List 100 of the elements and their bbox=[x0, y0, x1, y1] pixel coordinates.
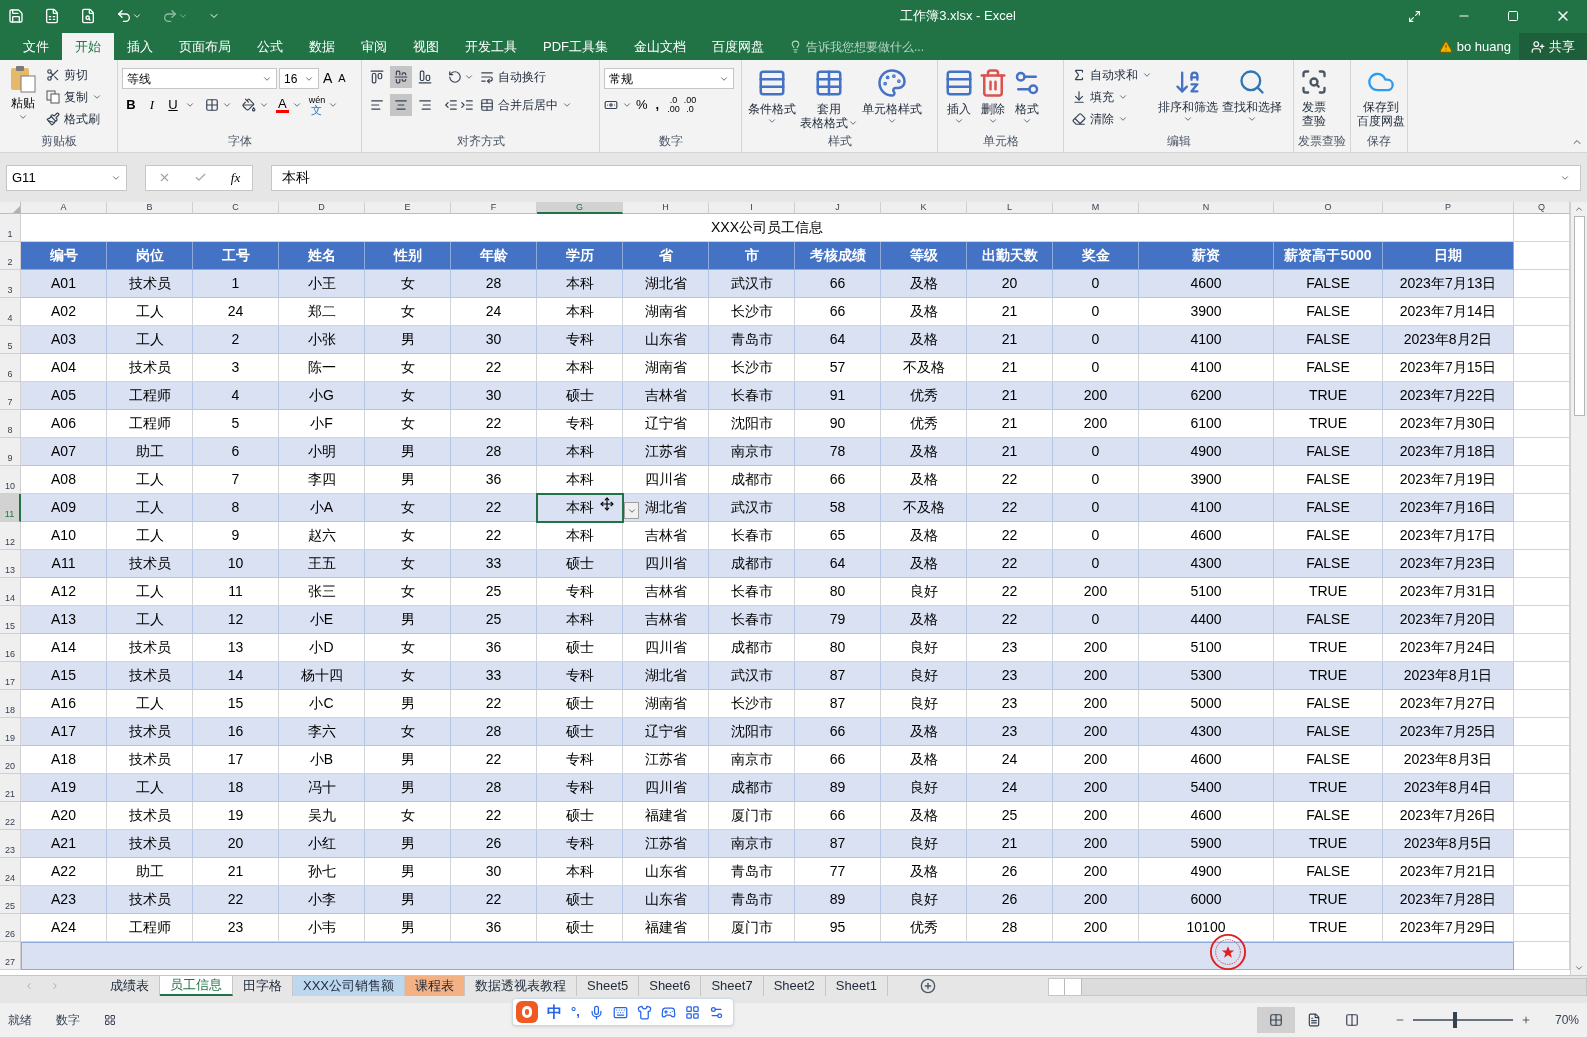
row-header[interactable]: 2 bbox=[0, 242, 21, 270]
row-header[interactable]: 7 bbox=[0, 382, 21, 410]
ribbon-tab[interactable]: PDF工具集 bbox=[530, 33, 621, 60]
underline-button[interactable]: U bbox=[164, 95, 182, 115]
row-header[interactable]: 25 bbox=[0, 886, 21, 914]
column-header[interactable]: B bbox=[107, 202, 193, 214]
shirt-icon[interactable] bbox=[636, 1004, 652, 1020]
row-header[interactable]: 5 bbox=[0, 326, 21, 354]
vertical-align-button[interactable] bbox=[390, 66, 412, 88]
row-header[interactable]: 11 bbox=[0, 494, 21, 522]
shrink-font-button[interactable]: A bbox=[336, 70, 348, 87]
decrease-indent-icon[interactable] bbox=[444, 98, 458, 112]
row-header[interactable]: 3 bbox=[0, 270, 21, 298]
font-color-button[interactable]: A bbox=[276, 97, 289, 113]
sheet-tab[interactable]: 课程表 bbox=[405, 976, 465, 996]
cells-button[interactable]: 删除 bbox=[976, 64, 1010, 132]
row-header[interactable]: 20 bbox=[0, 746, 21, 774]
ribbon-tab[interactable]: 审阅 bbox=[348, 33, 400, 60]
column-header[interactable]: O bbox=[1274, 202, 1383, 214]
row-header[interactable]: 10 bbox=[0, 466, 21, 494]
increase-decimal-button[interactable]: .0 .00 bbox=[667, 95, 680, 114]
toolbox-icon[interactable] bbox=[684, 1004, 700, 1020]
scroll-down-icon[interactable] bbox=[1574, 963, 1584, 973]
row-header[interactable]: 14 bbox=[0, 578, 21, 606]
scrollbar-thumb[interactable] bbox=[1573, 216, 1585, 416]
sheet-tab[interactable]: 数据透视表教程 bbox=[465, 976, 577, 996]
ime-logo-icon[interactable] bbox=[516, 1001, 538, 1023]
macro-record-icon[interactable] bbox=[104, 1014, 116, 1026]
gamepad-icon[interactable] bbox=[660, 1004, 676, 1020]
paste-button[interactable]: 粘贴 bbox=[4, 64, 42, 132]
borders-icon[interactable] bbox=[205, 98, 219, 112]
save-to-cloud-button[interactable]: 保存到 百度网盘 bbox=[1355, 64, 1407, 132]
keyboard-icon[interactable] bbox=[612, 1004, 628, 1020]
ribbon-tab[interactable]: 金山文档 bbox=[621, 33, 699, 60]
formula-input[interactable]: 本科 bbox=[271, 164, 1581, 191]
row-header[interactable]: 23 bbox=[0, 830, 21, 858]
sheet-tab[interactable]: 员工信息 bbox=[160, 976, 233, 996]
sheet-tab[interactable]: XXX公司销售额 bbox=[293, 976, 405, 996]
row-header[interactable]: 4 bbox=[0, 298, 21, 326]
vertical-scrollbar[interactable] bbox=[1570, 202, 1587, 975]
ribbon-tab[interactable]: 公式 bbox=[244, 33, 296, 60]
italic-button[interactable]: I bbox=[143, 95, 161, 115]
column-header[interactable]: D bbox=[279, 202, 365, 214]
column-header[interactable]: M bbox=[1053, 202, 1139, 214]
row-header[interactable]: 24 bbox=[0, 858, 21, 886]
fill-color-icon[interactable] bbox=[242, 98, 256, 112]
increase-indent-icon[interactable] bbox=[460, 98, 474, 112]
ribbon-tab[interactable]: 数据 bbox=[296, 33, 348, 60]
row-header[interactable]: 19 bbox=[0, 718, 21, 746]
row-header[interactable]: 13 bbox=[0, 550, 21, 578]
print-preview-icon[interactable] bbox=[80, 8, 96, 24]
ribbon-tab[interactable]: 页面布局 bbox=[166, 33, 244, 60]
ribbon-display-icon[interactable] bbox=[1408, 9, 1421, 23]
style-button[interactable]: 条件格式 bbox=[746, 64, 798, 132]
horizontal-align-button[interactable] bbox=[390, 94, 412, 116]
row-header[interactable]: 26 bbox=[0, 914, 21, 942]
column-header[interactable]: H bbox=[623, 202, 709, 214]
cells-button[interactable]: 插入 bbox=[942, 64, 976, 132]
column-header[interactable]: P bbox=[1383, 202, 1514, 214]
wrap-text-button[interactable]: 自动换行 bbox=[476, 66, 550, 88]
document-icon[interactable] bbox=[44, 8, 60, 24]
column-header[interactable]: E bbox=[365, 202, 451, 214]
cells-button[interactable]: 格式 bbox=[1010, 64, 1044, 132]
find-select-button[interactable]: 查找和选择 bbox=[1220, 64, 1284, 132]
sheet-tab[interactable]: Sheet2 bbox=[763, 976, 826, 996]
row-header[interactable]: 18 bbox=[0, 690, 21, 718]
cut-button[interactable]: 剪切 bbox=[42, 64, 106, 86]
row-header[interactable]: 16 bbox=[0, 634, 21, 662]
row-header[interactable]: 9 bbox=[0, 438, 21, 466]
name-box[interactable]: G11 bbox=[6, 164, 127, 191]
column-header[interactable]: I bbox=[709, 202, 795, 214]
column-header[interactable]: G bbox=[537, 202, 623, 214]
row-header[interactable]: 22 bbox=[0, 802, 21, 830]
row-header[interactable]: 17 bbox=[0, 662, 21, 690]
zoom-slider-thumb[interactable] bbox=[1453, 1012, 1457, 1028]
row-header[interactable]: 21 bbox=[0, 774, 21, 802]
row-header[interactable]: 27 bbox=[0, 942, 21, 970]
bold-button[interactable]: B bbox=[122, 95, 140, 115]
enter-icon[interactable] bbox=[194, 171, 208, 184]
column-header[interactable]: C bbox=[193, 202, 279, 214]
column-header[interactable]: A bbox=[21, 202, 107, 214]
fill-button[interactable]: 填充 bbox=[1068, 86, 1156, 108]
decrease-decimal-button[interactable]: .00 .0 bbox=[683, 95, 697, 114]
row-header[interactable]: 12 bbox=[0, 522, 21, 550]
share-button[interactable]: 共享 bbox=[1519, 33, 1587, 60]
zoom-in-icon[interactable] bbox=[1521, 1015, 1531, 1025]
column-header[interactable]: J bbox=[795, 202, 881, 214]
grow-font-button[interactable]: A bbox=[321, 68, 335, 89]
ribbon-tab[interactable]: 百度网盘 bbox=[699, 33, 777, 60]
format-painter-button[interactable]: 格式刷 bbox=[42, 108, 106, 130]
sheet-tab[interactable]: Sheet7 bbox=[701, 976, 764, 996]
ime-punctuation-button[interactable]: °, bbox=[571, 1002, 580, 1022]
sheet-tab[interactable]: Sheet1 bbox=[825, 976, 889, 996]
merge-center-button[interactable]: 合并后居中 bbox=[476, 94, 576, 116]
comma-button[interactable]: , bbox=[651, 95, 664, 115]
autosum-button[interactable]: 自动求和 bbox=[1068, 64, 1156, 86]
font-select[interactable]: 等线 bbox=[122, 68, 277, 89]
column-header[interactable]: K bbox=[881, 202, 967, 214]
ribbon-tab[interactable]: 文件 bbox=[10, 33, 62, 60]
settings-icon[interactable] bbox=[708, 1004, 724, 1020]
